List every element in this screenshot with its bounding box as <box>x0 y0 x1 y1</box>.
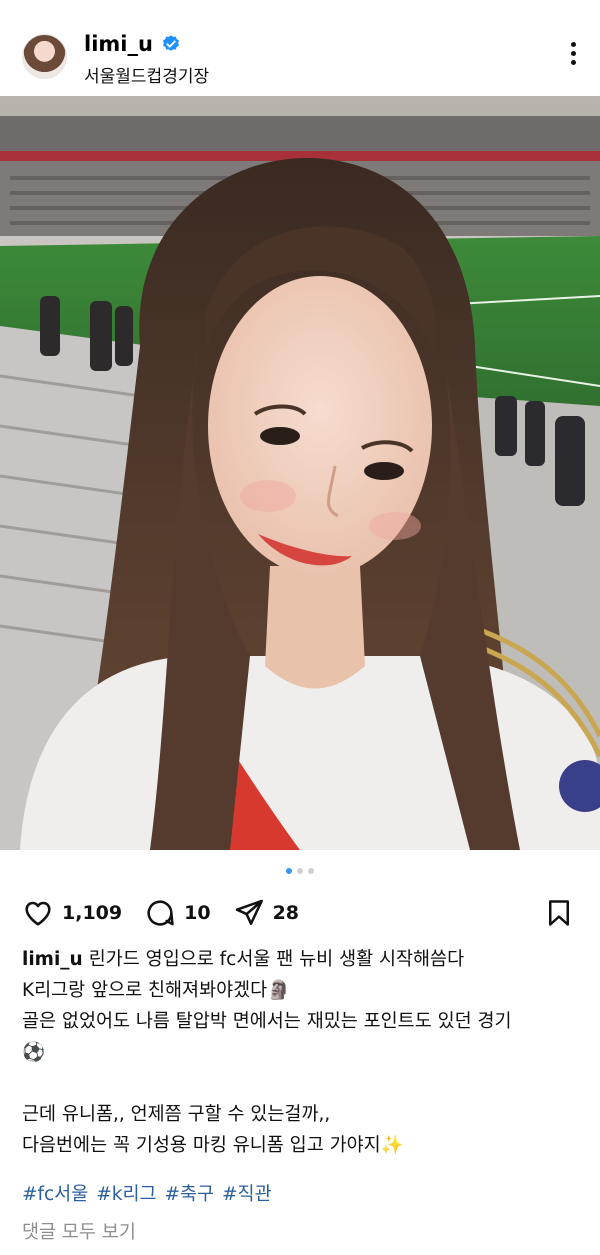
comment-icon <box>147 900 174 926</box>
caption: limi_u 린가드 영입으로 fc서울 팬 뉴비 생활 시작해씀다 K리그랑 앞… <box>22 944 582 1161</box>
avatar[interactable] <box>22 34 67 79</box>
action-bar: 1,109 10 28 <box>22 896 578 930</box>
share-count[interactable]: 28 <box>273 902 299 924</box>
more-icon[interactable] <box>568 42 578 72</box>
bookmark-icon[interactable] <box>544 897 574 929</box>
post-header: limi_u 서울월드컵경기장 <box>0 0 600 96</box>
like-count[interactable]: 1,109 <box>62 902 122 924</box>
share-icon <box>235 899 263 925</box>
like-button[interactable]: 1,109 <box>22 897 122 929</box>
hashtag-live[interactable]: #직관 <box>222 1180 272 1206</box>
carousel-dot <box>308 868 314 874</box>
verified-icon <box>162 35 179 51</box>
caption-text-3: 골은 없었어도 나름 탈압박 면에서는 재밌는 포인트도 있던 경기 <box>22 1011 512 1032</box>
username-row: limi_u <box>84 30 181 58</box>
hashtag-kleague[interactable]: #k리그 <box>96 1180 156 1206</box>
caption-line-5: 근데 유니폼,, 언제쯤 구할 수 있는걸까,, <box>22 1099 582 1130</box>
caption-line-1: limi_u 린가드 영입으로 fc서울 팬 뉴비 생활 시작해씀다 <box>22 944 582 975</box>
carousel-dot <box>297 868 303 874</box>
caption-username[interactable]: limi_u <box>22 949 83 970</box>
hashtag-fcseoul[interactable]: #fc서울 <box>22 1180 88 1206</box>
soccer-ball-emoji: ⚽ <box>22 1042 46 1063</box>
moai-emoji: 🗿 <box>267 980 291 1001</box>
view-all-comments-link[interactable]: 댓글 모두 보기 <box>22 1218 136 1244</box>
post-photo[interactable] <box>0 96 600 850</box>
comment-count[interactable]: 10 <box>184 902 210 924</box>
comment-button[interactable]: 10 <box>144 897 211 929</box>
username[interactable]: limi_u <box>84 32 153 56</box>
caption-text-2: K리그랑 앞으로 친해져봐야겠다 <box>22 980 268 1001</box>
caption-text-6: 다음번에는 꼭 기성용 마킹 유니폼 입고 가야지 <box>22 1135 381 1156</box>
caption-text-1: 린가드 영입으로 fc서울 팬 뉴비 생활 시작해씀다 <box>88 949 465 970</box>
caption-line-6: 다음번에는 꼭 기성용 마킹 유니폼 입고 가야지✨ <box>22 1130 582 1161</box>
heart-icon <box>25 901 51 926</box>
caption-text-5: 근데 유니폼,, 언제쯤 구할 수 있는걸까,, <box>22 1104 331 1125</box>
hashtag-list: #fc서울 #k리그 #축구 #직관 <box>22 1180 272 1206</box>
hashtag-football[interactable]: #축구 <box>165 1180 215 1206</box>
caption-line-2: K리그랑 앞으로 친해져봐야겠다🗿 <box>22 975 582 1006</box>
carousel-dot-active <box>286 868 292 874</box>
caption-line-4: ⚽ <box>22 1037 582 1068</box>
caption-line-3: 골은 없었어도 나름 탈압박 면에서는 재밌는 포인트도 있던 경기 <box>22 1006 582 1037</box>
location[interactable]: 서울월드컵경기장 <box>84 62 209 87</box>
share-button[interactable]: 28 <box>233 897 299 929</box>
carousel-indicator <box>0 868 600 874</box>
sparkles-emoji: ✨ <box>380 1135 404 1156</box>
stadium-selfie-image <box>0 96 600 850</box>
